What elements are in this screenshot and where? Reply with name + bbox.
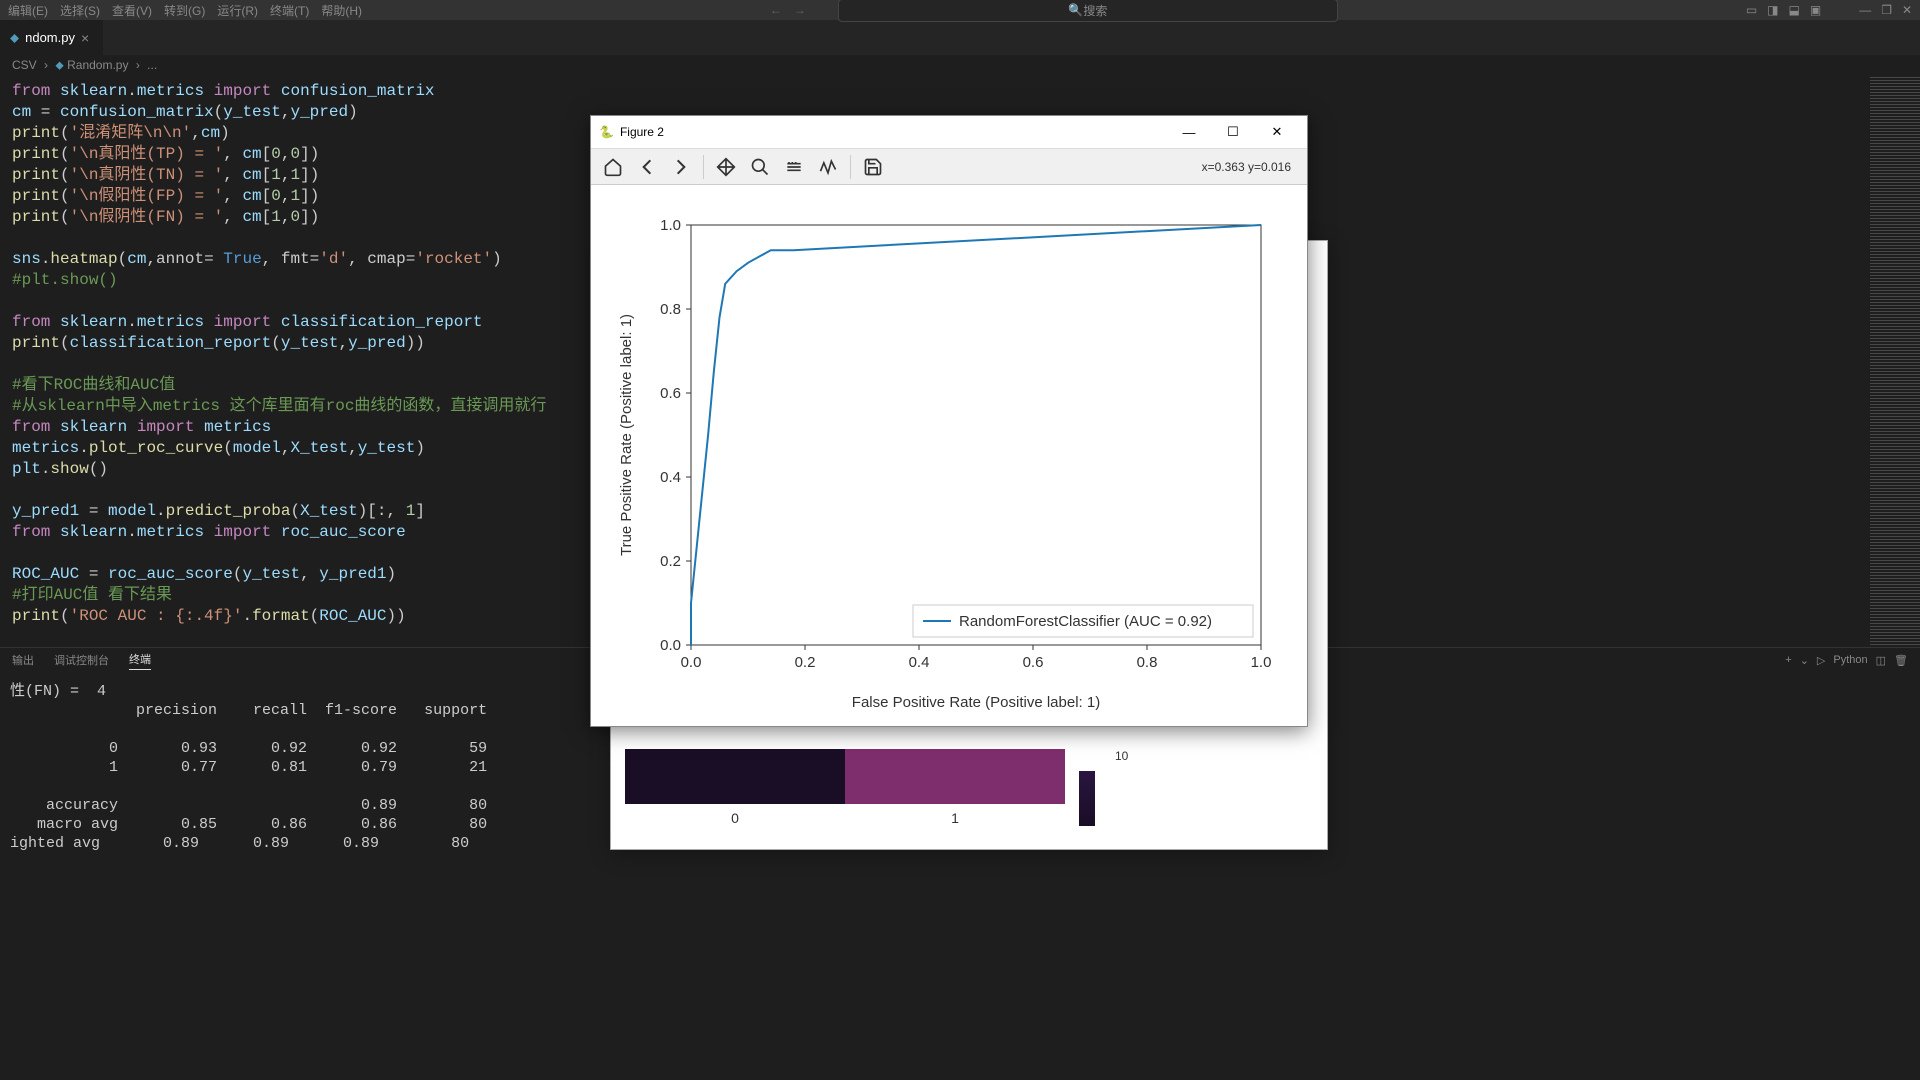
search-icon: 🔍 bbox=[1068, 3, 1083, 17]
edit-icon[interactable] bbox=[812, 152, 844, 182]
svg-text:0.4: 0.4 bbox=[909, 654, 930, 671]
menu-item-run[interactable]: 运行(R) bbox=[217, 2, 258, 19]
svg-text:False Positive Rate (Positive: False Positive Rate (Positive label: 1) bbox=[852, 694, 1100, 711]
menu-item-terminal[interactable]: 终端(T) bbox=[270, 2, 309, 19]
heatmap-cell bbox=[845, 749, 1065, 804]
python-icon: 🐍 bbox=[599, 125, 614, 139]
tab-bar: ⬥ ndom.py × bbox=[0, 20, 1920, 55]
search-placeholder: 搜索 bbox=[1083, 2, 1107, 19]
panel-tab-terminal[interactable]: 终端 bbox=[129, 651, 151, 670]
roc-chart: 0.0 0.2 0.4 0.6 0.8 1.0 0.0 0.2 0.4 0.6 0.8 1.0 Fals… bbox=[611, 195, 1281, 725]
tab-close-icon[interactable]: × bbox=[81, 30, 89, 46]
colorbar-label: 10 bbox=[1115, 749, 1128, 763]
nav-forward-icon[interactable]: → bbox=[794, 3, 806, 17]
window-minimize-icon[interactable]: — bbox=[1859, 3, 1871, 17]
home-icon[interactable] bbox=[597, 152, 629, 182]
figure-toolbar: x=0.363 y=0.016 bbox=[591, 148, 1307, 185]
breadcrumb-part[interactable]: Random.py bbox=[67, 58, 128, 72]
minimap[interactable] bbox=[1870, 77, 1920, 647]
menu-item-view[interactable]: 查看(V) bbox=[112, 2, 152, 19]
menu-item-goto[interactable]: 转到(G) bbox=[164, 2, 205, 19]
search-input[interactable]: 🔍 搜索 bbox=[838, 0, 1338, 22]
breadcrumb-part[interactable]: CSV bbox=[12, 58, 37, 72]
svg-text:0.2: 0.2 bbox=[795, 654, 816, 671]
svg-text:0.0: 0.0 bbox=[660, 637, 681, 654]
svg-text:RandomForestClassifier (AUC =: RandomForestClassifier (AUC = 0.92) bbox=[959, 613, 1212, 630]
breadcrumb: CSV › ⬥ Random.py › ... bbox=[0, 55, 1920, 77]
heatmap-xtick: 1 bbox=[845, 810, 1065, 826]
figure-title: Figure 2 bbox=[620, 125, 1167, 139]
svg-text:0.2: 0.2 bbox=[660, 553, 681, 570]
svg-text:True Positive Rate (Positive l: True Positive Rate (Positive label: 1) bbox=[618, 314, 635, 556]
new-terminal-icon[interactable]: + bbox=[1785, 654, 1791, 666]
svg-text:1.0: 1.0 bbox=[660, 217, 681, 234]
layout-panel-icon[interactable]: ▭ bbox=[1746, 3, 1757, 17]
save-icon[interactable] bbox=[857, 152, 889, 182]
menu-item-help[interactable]: 帮助(H) bbox=[321, 2, 362, 19]
colorbar bbox=[1079, 771, 1095, 826]
figure-close-icon[interactable]: ✕ bbox=[1255, 117, 1299, 147]
breadcrumb-part[interactable]: ... bbox=[147, 58, 157, 72]
svg-text:0.8: 0.8 bbox=[660, 301, 681, 318]
layout-side-icon[interactable]: ◨ bbox=[1767, 3, 1778, 17]
layout-customize-icon[interactable]: ▣ bbox=[1810, 3, 1821, 17]
figure-minimize-icon[interactable]: — bbox=[1167, 117, 1211, 147]
file-icon: ⬥ bbox=[10, 30, 19, 46]
figure-titlebar[interactable]: 🐍 Figure 2 — ☐ ✕ bbox=[591, 116, 1307, 148]
terminal-dropdown-icon[interactable]: ⌄ bbox=[1800, 654, 1809, 667]
split-terminal-icon[interactable]: ◫ bbox=[1876, 654, 1886, 667]
heatmap-cell bbox=[625, 749, 845, 804]
tab-label: ndom.py bbox=[25, 30, 75, 45]
tab-active[interactable]: ⬥ ndom.py × bbox=[0, 20, 104, 55]
menu-item-select[interactable]: 选择(S) bbox=[60, 2, 100, 19]
kill-terminal-icon[interactable]: 🗑 bbox=[1894, 654, 1908, 667]
layout-bottom-icon[interactable]: ⬓ bbox=[1789, 3, 1800, 17]
terminal-type-label: Python bbox=[1833, 654, 1867, 666]
cursor-coords: x=0.363 y=0.016 bbox=[1202, 160, 1301, 174]
plot-area: 0.0 0.2 0.4 0.6 0.8 1.0 0.0 0.2 0.4 0.6 0.8 1.0 Fals… bbox=[591, 185, 1307, 735]
zoom-icon[interactable] bbox=[744, 152, 776, 182]
figure2-window[interactable]: 🐍 Figure 2 — ☐ ✕ x=0.363 y= bbox=[590, 115, 1308, 727]
pan-icon[interactable] bbox=[710, 152, 742, 182]
svg-text:0.8: 0.8 bbox=[1137, 654, 1158, 671]
svg-text:0.4: 0.4 bbox=[660, 469, 681, 486]
panel-tab-debug[interactable]: 调试控制台 bbox=[54, 652, 109, 668]
menu-item-edit[interactable]: 编辑(E) bbox=[8, 2, 48, 19]
svg-text:0.0: 0.0 bbox=[681, 654, 702, 671]
svg-text:0.6: 0.6 bbox=[1023, 654, 1044, 671]
terminal-type-icon: ▷ bbox=[1817, 654, 1825, 667]
back-icon[interactable] bbox=[631, 152, 663, 182]
svg-text:1.0: 1.0 bbox=[1251, 654, 1272, 671]
menu-bar: 编辑(E) 选择(S) 查看(V) 转到(G) 运行(R) 终端(T) 帮助(H… bbox=[0, 0, 1920, 20]
svg-text:0.6: 0.6 bbox=[660, 385, 681, 402]
window-close-icon[interactable]: ✕ bbox=[1902, 3, 1912, 17]
subplots-icon[interactable] bbox=[778, 152, 810, 182]
window-maximize-icon[interactable]: ❐ bbox=[1881, 3, 1892, 17]
figure-maximize-icon[interactable]: ☐ bbox=[1211, 117, 1255, 147]
panel-tab-output[interactable]: 输出 bbox=[12, 652, 34, 668]
forward-icon[interactable] bbox=[665, 152, 697, 182]
heatmap-xtick: 0 bbox=[625, 810, 845, 826]
nav-back-icon[interactable]: ← bbox=[770, 3, 782, 17]
